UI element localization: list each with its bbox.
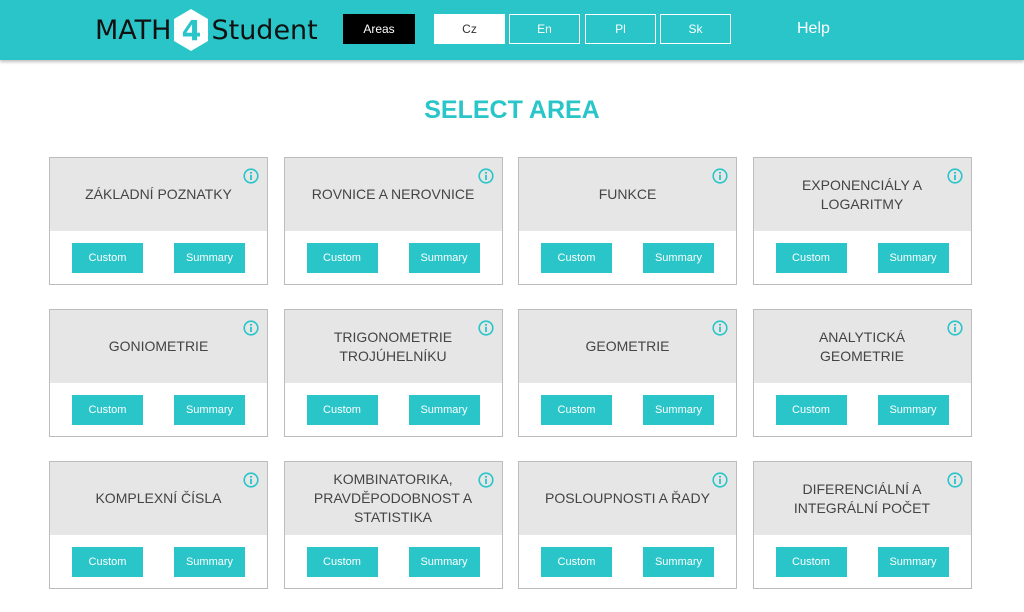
area-card-header: DIFERENCIÁLNÍ A INTEGRÁLNÍ POČET — [753, 462, 971, 535]
custom-button[interactable]: Custom — [541, 546, 612, 577]
area-card: DIFERENCIÁLNÍ A INTEGRÁLNÍ POČET Custom … — [752, 461, 972, 589]
area-title: GEOMETRIE — [585, 338, 670, 354]
custom-button[interactable]: Custom — [306, 546, 378, 577]
area-grid: ZÁKLADNÍ POZNATKY Custom Summary ROVNICE… — [49, 157, 972, 589]
custom-button[interactable]: Custom — [306, 394, 378, 425]
top-bar: MATH 4 Student Areas Cz En Pl Sk Help — [0, 0, 1024, 60]
language-button-en[interactable]: En — [509, 14, 580, 44]
area-title: FUNKCE — [598, 186, 657, 202]
area-card: GEOMETRIE Custom Summary — [518, 309, 737, 437]
summary-button[interactable]: Summary — [174, 394, 245, 425]
info-icon[interactable] — [477, 168, 494, 184]
area-card-actions: Custom Summary — [285, 383, 502, 436]
custom-button[interactable]: Custom — [775, 242, 847, 273]
language-button-cz[interactable]: Cz — [434, 14, 505, 44]
info-icon[interactable] — [243, 472, 259, 488]
area-title: ZÁKLADNÍ POZNATKY — [85, 186, 232, 202]
summary-button[interactable]: Summary — [643, 242, 714, 273]
info-icon[interactable] — [243, 320, 259, 336]
area-card-actions: Custom Summary — [754, 383, 971, 436]
area-card-header: GEOMETRIE — [519, 310, 736, 383]
custom-button[interactable]: Custom — [541, 394, 612, 425]
area-card-header: EXPONENCIÁLY A LOGARITMY — [753, 158, 971, 231]
area-card-actions: Custom Summary — [519, 231, 736, 284]
area-card: EXPONENCIÁLY A LOGARITMY Custom Summary — [752, 157, 972, 285]
info-icon[interactable] — [712, 472, 728, 488]
summary-button[interactable]: Summary — [174, 546, 245, 577]
logo-text-student: Student — [211, 14, 318, 46]
area-title: GONIOMETRIE — [108, 338, 209, 354]
area-card: ZÁKLADNÍ POZNATKY Custom Summary — [49, 157, 268, 285]
area-card-header: ANALYTICKÁ GEOMETRIE — [753, 310, 971, 383]
info-icon[interactable] — [946, 320, 963, 336]
area-card: ANALYTICKÁ GEOMETRIE Custom Summary — [752, 309, 972, 437]
summary-button[interactable]: Summary — [877, 546, 949, 577]
custom-button[interactable]: Custom — [72, 394, 143, 425]
area-card: KOMBINATORIKA, PRAVDĚPODOBNOST A STATIST… — [283, 461, 503, 589]
hexagon-icon: 4 — [173, 8, 209, 52]
summary-button[interactable]: Summary — [877, 394, 949, 425]
area-title: POSLOUPNOSTI A ŘADY — [545, 490, 710, 506]
area-title: KOMPLEXNÍ ČÍSLA — [95, 490, 222, 506]
area-card-header: TRIGONOMETRIE TROJÚHELNÍKU — [284, 310, 502, 383]
summary-button[interactable]: Summary — [877, 242, 949, 273]
logo[interactable]: MATH 4 Student — [95, 6, 318, 54]
summary-button[interactable]: Summary — [408, 242, 480, 273]
summary-button[interactable]: Summary — [643, 546, 714, 577]
area-card: ROVNICE A NEROVNICE Custom Summary — [283, 157, 503, 285]
custom-button[interactable]: Custom — [306, 242, 378, 273]
custom-button[interactable]: Custom — [541, 242, 612, 273]
language-button-pl[interactable]: Pl — [585, 14, 656, 44]
area-title: EXPONENCIÁLY A LOGARITMY — [801, 176, 923, 212]
area-card-actions: Custom Summary — [50, 383, 267, 436]
area-card: KOMPLEXNÍ ČÍSLA Custom Summary — [49, 461, 268, 589]
area-card: TRIGONOMETRIE TROJÚHELNÍKU Custom Summar… — [283, 309, 503, 437]
summary-button[interactable]: Summary — [408, 546, 480, 577]
area-title: KOMBINATORIKA, PRAVDĚPODOBNOST A STATIST… — [313, 471, 473, 525]
area-card-header: GONIOMETRIE — [50, 310, 267, 383]
area-card-actions: Custom Summary — [519, 383, 736, 436]
area-card-header: KOMPLEXNÍ ČÍSLA — [50, 462, 267, 535]
help-link[interactable]: Help — [797, 20, 830, 38]
custom-button[interactable]: Custom — [72, 242, 143, 273]
area-card-actions: Custom Summary — [285, 231, 502, 284]
area-card-actions: Custom Summary — [50, 535, 267, 588]
info-icon[interactable] — [477, 320, 494, 336]
area-card-header: KOMBINATORIKA, PRAVDĚPODOBNOST A STATIST… — [284, 462, 502, 535]
info-icon[interactable] — [946, 472, 963, 488]
area-card-header: ROVNICE A NEROVNICE — [284, 158, 502, 231]
areas-button[interactable]: Areas — [343, 14, 415, 44]
custom-button[interactable]: Custom — [72, 546, 143, 577]
area-card-actions: Custom Summary — [50, 231, 267, 284]
custom-button[interactable]: Custom — [775, 546, 847, 577]
summary-button[interactable]: Summary — [643, 394, 714, 425]
info-icon[interactable] — [477, 472, 494, 488]
area-title: TRIGONOMETRIE TROJÚHELNÍKU — [333, 328, 453, 364]
area-card: GONIOMETRIE Custom Summary — [49, 309, 268, 437]
logo-digit: 4 — [181, 13, 202, 47]
info-icon[interactable] — [712, 320, 728, 336]
language-button-sk[interactable]: Sk — [660, 14, 731, 44]
area-card-actions: Custom Summary — [519, 535, 736, 588]
summary-button[interactable]: Summary — [408, 394, 480, 425]
area-card-actions: Custom Summary — [754, 231, 971, 284]
area-card: POSLOUPNOSTI A ŘADY Custom Summary — [518, 461, 737, 589]
page-title: SELECT AREA — [424, 96, 600, 124]
area-title: DIFERENCIÁLNÍ A INTEGRÁLNÍ POČET — [793, 480, 931, 516]
area-card-header: ZÁKLADNÍ POZNATKY — [50, 158, 267, 231]
area-title: ANALYTICKÁ GEOMETRIE — [818, 328, 906, 364]
area-card-actions: Custom Summary — [285, 535, 502, 588]
area-card-header: FUNKCE — [519, 158, 736, 231]
logo-text-math: MATH — [95, 14, 172, 46]
area-card-actions: Custom Summary — [754, 535, 971, 588]
area-card-header: POSLOUPNOSTI A ŘADY — [519, 462, 736, 535]
info-icon[interactable] — [712, 168, 728, 184]
info-icon[interactable] — [946, 168, 963, 184]
custom-button[interactable]: Custom — [775, 394, 847, 425]
area-card: FUNKCE Custom Summary — [518, 157, 737, 285]
area-title: ROVNICE A NEROVNICE — [311, 186, 475, 202]
info-icon[interactable] — [243, 168, 259, 184]
summary-button[interactable]: Summary — [174, 242, 245, 273]
